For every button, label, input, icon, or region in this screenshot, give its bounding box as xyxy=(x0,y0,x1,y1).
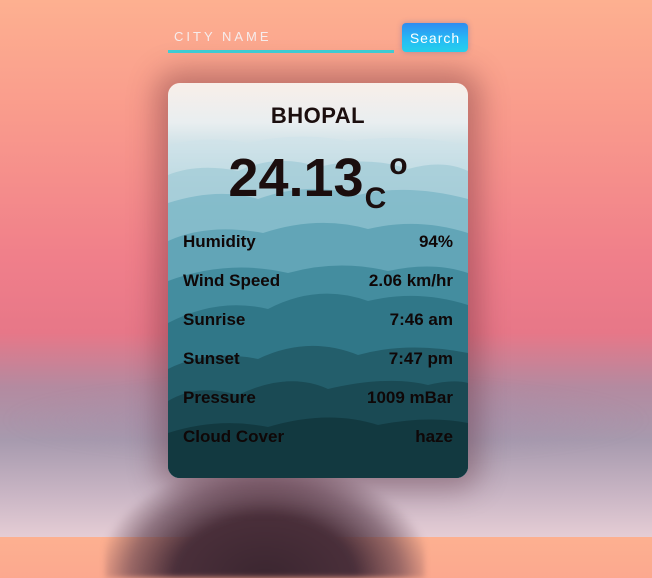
detail-value: haze xyxy=(415,427,453,446)
detail-row-humidity: Humidity 94% xyxy=(183,231,453,253)
weather-card: BHOPAL 24.13Co Humidity 94% Wind Speed 2… xyxy=(168,83,468,478)
detail-value: 1009 mBar xyxy=(366,388,453,407)
detail-row-pressure: Pressure 1009 mBar xyxy=(183,387,453,409)
detail-label: Sunset xyxy=(183,349,240,368)
search-bar: Search xyxy=(168,22,468,54)
detail-label: Sunrise xyxy=(183,310,246,329)
search-button[interactable]: Search xyxy=(402,23,468,52)
detail-label: Pressure xyxy=(183,388,256,407)
detail-value: 94% xyxy=(418,232,453,251)
city-title: BHOPAL xyxy=(270,103,366,128)
detail-row-sunrise: Sunrise 7:46 am xyxy=(183,309,453,331)
detail-label: Humidity xyxy=(183,232,256,251)
detail-row-wind-speed: Wind Speed 2.06 km/hr xyxy=(183,270,453,292)
background-mountain-silhouette xyxy=(105,468,425,578)
temperature-value: 24.13 xyxy=(228,148,364,208)
detail-label: Wind Speed xyxy=(183,271,281,290)
detail-value: 7:46 am xyxy=(389,310,453,329)
temperature-display: 24.13Co xyxy=(168,147,468,216)
detail-value: 2.06 km/hr xyxy=(368,271,453,290)
detail-row-cloud-cover: Cloud Cover haze xyxy=(183,426,453,448)
city-name-input[interactable] xyxy=(168,22,394,53)
detail-label: Cloud Cover xyxy=(183,427,285,446)
detail-row-sunset: Sunset 7:47 pm xyxy=(183,348,453,370)
degree-symbol: o xyxy=(389,148,408,181)
detail-value: 7:47 pm xyxy=(388,349,453,368)
temperature-unit: C xyxy=(364,182,387,215)
